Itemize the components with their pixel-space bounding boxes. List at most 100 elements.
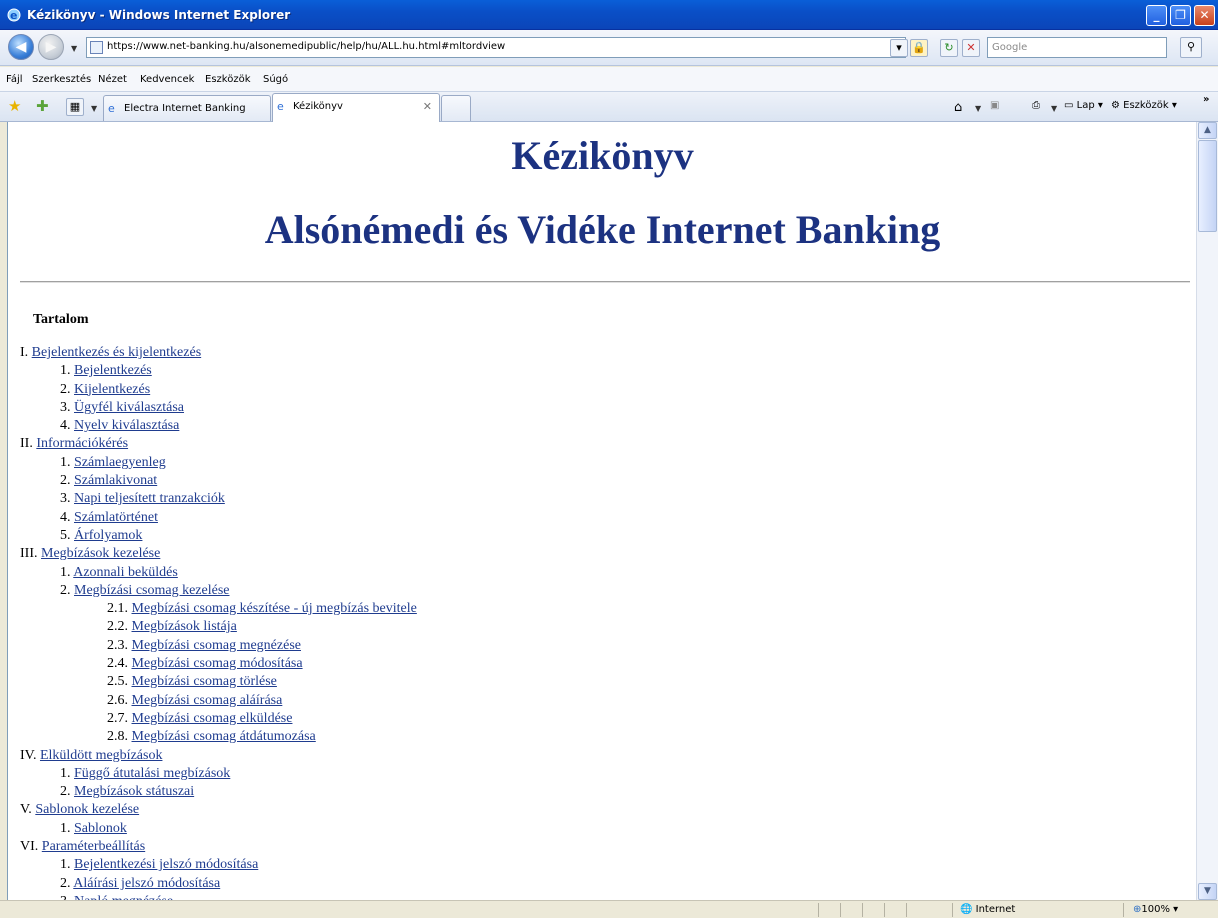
toc-item: 4. Nyelv kiválasztása xyxy=(20,417,720,435)
zoom-control[interactable]: ⊕100% ▾ xyxy=(1133,904,1178,915)
toc-link[interactable]: Számlakivonat xyxy=(74,473,157,488)
stop-icon[interactable]: ✕ xyxy=(962,39,980,57)
toc-link[interactable]: Megbízási csomag megnézése xyxy=(132,638,302,653)
feeds-icon[interactable]: ▣ xyxy=(990,100,999,111)
tab-kezikonyv[interactable]: e Kézikönyv ✕ xyxy=(272,93,440,122)
toc-link[interactable]: Elküldött megbízások xyxy=(40,748,162,763)
close-button[interactable]: ✕ xyxy=(1194,5,1215,26)
toc-item-number: 2.2. xyxy=(107,619,128,635)
url-field[interactable]: https://www.net-banking.hu/alsonemedipub… xyxy=(86,37,906,58)
page-menu[interactable]: ▭ Lap ▾ xyxy=(1064,100,1103,111)
home-icon[interactable]: ⌂ xyxy=(954,100,962,115)
toc-link[interactable]: Számlatörténet xyxy=(74,510,158,525)
print-icon[interactable]: ⎙ xyxy=(1032,100,1040,111)
toc-link[interactable]: Megbízási csomag törlése xyxy=(132,674,277,689)
toc-link[interactable]: Árfolyamok xyxy=(74,528,142,543)
page-subtitle: Alsónémedi és Vidéke Internet Banking xyxy=(264,207,941,252)
toc-link[interactable]: Megbízási csomag kezelése xyxy=(74,583,230,598)
table-of-contents: I. Bejelentkezés és kijelentkezés 1. Beje… xyxy=(20,344,720,900)
ie-logo-icon: e xyxy=(7,8,21,22)
menu-item-file[interactable]: Fájl xyxy=(6,74,23,85)
scroll-down-icon[interactable]: ▼ xyxy=(1198,883,1217,900)
vertical-scrollbar[interactable]: ▲ ▼ xyxy=(1196,122,1218,900)
toc-link[interactable]: Megbízási csomag elküldése xyxy=(132,711,293,726)
maximize-button[interactable]: ❐ xyxy=(1170,5,1191,26)
toc-link[interactable]: Bejelentkezés xyxy=(74,363,152,378)
toc-item-number: 1. xyxy=(60,857,71,873)
browser-window: e Kézikönyv - Windows Internet Explorer … xyxy=(0,0,1218,918)
toc-link[interactable]: Paraméterbeállítás xyxy=(42,839,145,854)
back-button[interactable]: ◀ xyxy=(8,34,34,60)
toc-link[interactable]: Megbízási csomag átdátumozása xyxy=(132,729,316,744)
minimize-button[interactable]: _ xyxy=(1146,5,1167,26)
window-title: Kézikönyv - Windows Internet Explorer xyxy=(27,8,291,22)
menu-item-favorites[interactable]: Kedvencek xyxy=(140,74,194,85)
toc-link[interactable]: Azonnali beküldés xyxy=(73,565,178,580)
security-zone[interactable]: 🌐 Internet xyxy=(960,904,1015,915)
toc-link[interactable]: Sablonok xyxy=(74,821,127,836)
new-tab-button[interactable] xyxy=(441,95,471,121)
tools-menu[interactable]: ⚙ Eszközök ▾ xyxy=(1111,100,1177,111)
tab-close-icon[interactable]: ✕ xyxy=(423,100,432,113)
page-title: Kézikönyv xyxy=(511,133,694,178)
toc-item: VI. Paraméterbeállítás xyxy=(20,838,720,856)
menu-item-edit[interactable]: Szerkesztés xyxy=(32,74,91,85)
status-bar: 🌐 Internet ⊕100% ▾ xyxy=(0,900,1218,918)
toc-link[interactable]: Megbízási csomag aláírása xyxy=(132,693,283,708)
tab-list-dropdown-icon[interactable]: ▼ xyxy=(91,104,97,113)
home-dropdown-icon[interactable]: ▼ xyxy=(975,104,981,113)
scroll-up-icon[interactable]: ▲ xyxy=(1198,122,1217,139)
forward-arrow-icon: ▶ xyxy=(45,39,57,55)
toc-item: 2.6. Megbízási csomag aláírása xyxy=(20,692,720,710)
forward-button[interactable]: ▶ xyxy=(38,34,64,60)
toc-item-number: III. xyxy=(20,546,38,562)
toc-item-number: II. xyxy=(20,436,33,452)
search-button[interactable]: ⚲ xyxy=(1180,37,1202,58)
status-divider xyxy=(862,903,863,917)
toc-link[interactable]: Függő átutalási megbízások xyxy=(74,766,230,781)
toc-item: 3. Ügyfél kiválasztása xyxy=(20,399,720,417)
quick-tabs-icon[interactable]: ▦ xyxy=(66,98,84,116)
tab-label: Kézikönyv xyxy=(293,101,343,112)
menu-item-view[interactable]: Nézet xyxy=(98,74,127,85)
menu-item-tools[interactable]: Eszközök xyxy=(205,74,251,85)
tab-electra[interactable]: e Electra Internet Banking xyxy=(103,95,271,121)
toc-link[interactable]: Megbízási csomag módosítása xyxy=(132,656,303,671)
toc-item-number: V. xyxy=(20,802,32,818)
toc-link[interactable]: Kijelentkezés xyxy=(74,382,150,397)
url-dropdown-icon[interactable]: ▾ xyxy=(890,39,908,57)
toc-link[interactable]: Bejelentkezés és kijelentkezés xyxy=(32,345,201,360)
toc-item-number: 2.5. xyxy=(107,674,128,690)
toc-link[interactable]: Ügyfél kiválasztása xyxy=(74,400,184,415)
menu-item-help[interactable]: Súgó xyxy=(263,74,288,85)
toc-item-number: IV. xyxy=(20,747,37,763)
print-dropdown-icon[interactable]: ▼ xyxy=(1051,104,1057,113)
add-favorite-icon[interactable]: ✚ xyxy=(36,97,49,115)
toc-item: 2. Aláírási jelszó módosítása xyxy=(20,875,720,893)
lock-icon[interactable]: 🔒 xyxy=(910,39,928,57)
refresh-icon[interactable]: ↻ xyxy=(940,39,958,57)
status-divider xyxy=(818,903,819,917)
toc-link[interactable]: Bejelentkezési jelszó módosítása xyxy=(74,857,258,872)
toc-item: I. Bejelentkezés és kijelentkezés xyxy=(20,344,720,362)
toc-link[interactable]: Sablonok kezelése xyxy=(35,802,139,817)
toc-link[interactable]: Megbízási csomag készítése - új megbízás… xyxy=(132,601,417,616)
search-input[interactable]: Google xyxy=(987,37,1167,58)
status-divider xyxy=(840,903,841,917)
toc-link[interactable]: Megbízások kezelése xyxy=(41,546,160,561)
toc-link[interactable]: Megbízások státuszai xyxy=(74,784,194,799)
scroll-thumb[interactable] xyxy=(1198,140,1217,232)
favorites-star-icon[interactable]: ★ xyxy=(8,97,21,115)
toc-item: 2.3. Megbízási csomag megnézése xyxy=(20,637,720,655)
toc-item: 2.7. Megbízási csomag elküldése xyxy=(20,710,720,728)
svg-text:e: e xyxy=(10,9,17,22)
toc-link[interactable]: Aláírási jelszó módosítása xyxy=(73,876,220,891)
toc-link[interactable]: Számlaegyenleg xyxy=(74,455,166,470)
toc-link[interactable]: Megbízások listája xyxy=(132,619,237,634)
toc-link[interactable]: Napi teljesített tranzakciók xyxy=(74,491,225,506)
page-viewport[interactable]: Kézikönyv Alsónémedi és Vidéke Internet … xyxy=(7,122,1196,900)
toc-link[interactable]: Nyelv kiválasztása xyxy=(74,418,179,433)
history-dropdown-icon[interactable]: ▼ xyxy=(71,44,77,53)
chevron-more-icon[interactable]: » xyxy=(1203,94,1209,105)
toc-link[interactable]: Információkérés xyxy=(36,436,128,451)
